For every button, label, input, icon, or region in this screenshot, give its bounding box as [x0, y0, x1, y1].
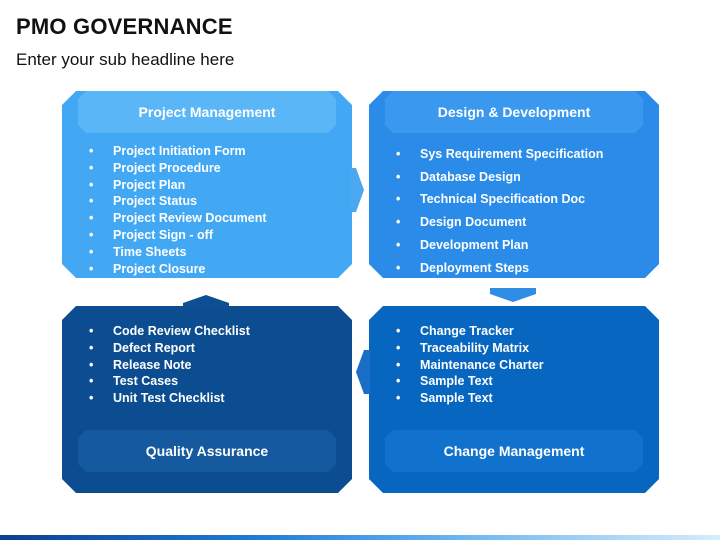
- project-management-box: Project Management Project Initiation Fo…: [62, 91, 352, 278]
- quality-assurance-header: Quality Assurance: [78, 430, 336, 472]
- list-item: Technical Specification Doc: [391, 188, 603, 211]
- list-item: Sample Text: [391, 390, 544, 407]
- list-item: Time Sheets: [84, 244, 267, 261]
- quality-assurance-box: Code Review Checklist Defect Report Rele…: [62, 306, 352, 493]
- list-item: Sys Requirement Specification: [391, 143, 603, 166]
- quality-assurance-list: Code Review Checklist Defect Report Rele…: [84, 323, 250, 407]
- list-item: Deployment Steps: [391, 257, 603, 278]
- design-development-box: Design & Development Sys Requirement Spe…: [369, 91, 659, 278]
- list-item: Change Tracker: [391, 323, 544, 340]
- list-item: Project Status: [84, 193, 267, 210]
- change-management-list: Change Tracker Traceability Matrix Maint…: [391, 323, 544, 407]
- list-item: Test Cases: [84, 373, 250, 390]
- list-item: Sample Text: [391, 373, 544, 390]
- list-item: Project Sign - off: [84, 227, 267, 244]
- list-item: Defect Report: [84, 340, 250, 357]
- design-development-header: Design & Development: [385, 91, 643, 133]
- page-subtitle: Enter your sub headline here: [16, 50, 235, 69]
- list-item: Design Document: [391, 211, 603, 234]
- list-item: Project Closure: [84, 261, 267, 278]
- list-item: Database Design: [391, 166, 603, 189]
- arrow-left-icon: [356, 350, 370, 394]
- arrow-up-icon: [183, 295, 229, 309]
- design-development-list: Sys Requirement Specification Database D…: [391, 143, 603, 278]
- page-title: PMO GOVERNANCE: [16, 14, 233, 39]
- list-item: Project Plan: [84, 177, 267, 194]
- list-item: Development Plan: [391, 234, 603, 257]
- arrow-right-icon: [350, 168, 364, 212]
- footer-gradient-bar: [0, 535, 720, 540]
- list-item: Code Review Checklist: [84, 323, 250, 340]
- arrow-down-icon: [490, 288, 536, 302]
- project-management-header: Project Management: [78, 91, 336, 133]
- change-management-header: Change Management: [385, 430, 643, 472]
- list-item: Unit Test Checklist: [84, 390, 250, 407]
- change-management-box: Change Tracker Traceability Matrix Maint…: [369, 306, 659, 493]
- list-item: Project Procedure: [84, 160, 267, 177]
- list-item: Release Note: [84, 357, 250, 374]
- list-item: Project Review Document: [84, 210, 267, 227]
- list-item: Maintenance Charter: [391, 357, 544, 374]
- list-item: Project Initiation Form: [84, 143, 267, 160]
- list-item: Traceability Matrix: [391, 340, 544, 357]
- project-management-list: Project Initiation Form Project Procedur…: [84, 143, 267, 277]
